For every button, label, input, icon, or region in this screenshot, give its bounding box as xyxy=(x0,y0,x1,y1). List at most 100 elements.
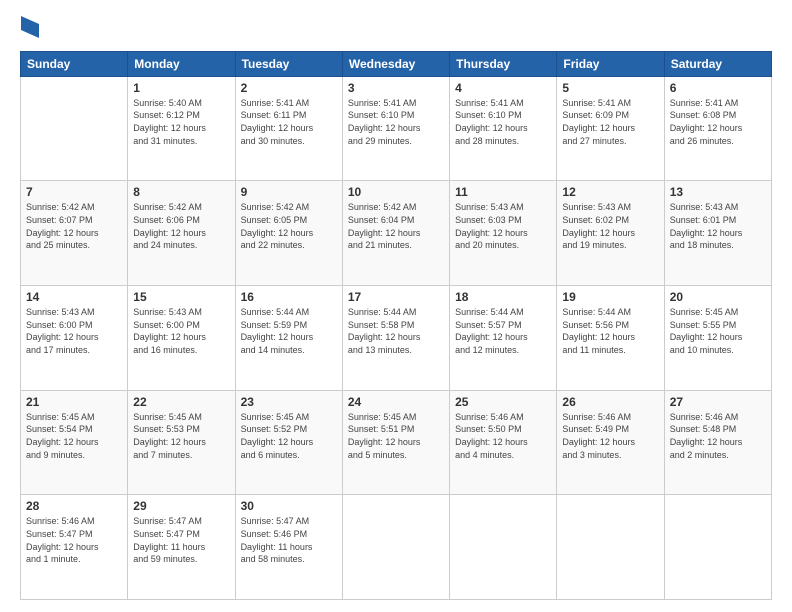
day-info: Sunrise: 5:41 AM Sunset: 6:10 PM Dayligh… xyxy=(455,97,551,147)
logo-icon xyxy=(21,16,39,38)
day-info: Sunrise: 5:44 AM Sunset: 5:59 PM Dayligh… xyxy=(241,306,337,356)
day-number: 4 xyxy=(455,81,551,95)
day-info: Sunrise: 5:43 AM Sunset: 6:02 PM Dayligh… xyxy=(562,201,658,251)
day-info: Sunrise: 5:46 AM Sunset: 5:50 PM Dayligh… xyxy=(455,411,551,461)
calendar-day-cell: 11 Sunrise: 5:43 AM Sunset: 6:03 PM Dayli… xyxy=(450,181,557,286)
day-number: 10 xyxy=(348,185,444,199)
calendar-day-cell: 26 Sunrise: 5:46 AM Sunset: 5:49 PM Dayli… xyxy=(557,390,664,495)
weekday-header: Wednesday xyxy=(342,51,449,76)
calendar-day-cell: 7 Sunrise: 5:42 AM Sunset: 6:07 PM Daylig… xyxy=(21,181,128,286)
day-info: Sunrise: 5:41 AM Sunset: 6:09 PM Dayligh… xyxy=(562,97,658,147)
day-info: Sunrise: 5:42 AM Sunset: 6:07 PM Dayligh… xyxy=(26,201,122,251)
day-info: Sunrise: 5:45 AM Sunset: 5:55 PM Dayligh… xyxy=(670,306,766,356)
day-info: Sunrise: 5:45 AM Sunset: 5:53 PM Dayligh… xyxy=(133,411,229,461)
day-number: 14 xyxy=(26,290,122,304)
calendar-day-cell: 19 Sunrise: 5:44 AM Sunset: 5:56 PM Dayli… xyxy=(557,286,664,391)
calendar-week-row: 7 Sunrise: 5:42 AM Sunset: 6:07 PM Daylig… xyxy=(21,181,772,286)
calendar-day-cell: 6 Sunrise: 5:41 AM Sunset: 6:08 PM Daylig… xyxy=(664,76,771,181)
day-number: 9 xyxy=(241,185,337,199)
weekday-header: Tuesday xyxy=(235,51,342,76)
calendar-day-cell: 9 Sunrise: 5:42 AM Sunset: 6:05 PM Daylig… xyxy=(235,181,342,286)
day-info: Sunrise: 5:46 AM Sunset: 5:49 PM Dayligh… xyxy=(562,411,658,461)
day-number: 15 xyxy=(133,290,229,304)
weekday-header: Friday xyxy=(557,51,664,76)
calendar-day-cell: 5 Sunrise: 5:41 AM Sunset: 6:09 PM Daylig… xyxy=(557,76,664,181)
day-number: 1 xyxy=(133,81,229,95)
day-number: 27 xyxy=(670,395,766,409)
day-number: 6 xyxy=(670,81,766,95)
calendar-day-cell: 20 Sunrise: 5:45 AM Sunset: 5:55 PM Dayli… xyxy=(664,286,771,391)
weekday-header: Saturday xyxy=(664,51,771,76)
calendar-week-row: 21 Sunrise: 5:45 AM Sunset: 5:54 PM Dayli… xyxy=(21,390,772,495)
day-number: 20 xyxy=(670,290,766,304)
calendar-day-cell: 15Sunrise: 5:43 AM Sunset: 6:00 PM Dayli… xyxy=(128,286,235,391)
calendar-day-cell xyxy=(342,495,449,600)
calendar-day-cell xyxy=(664,495,771,600)
day-number: 26 xyxy=(562,395,658,409)
day-number: 7 xyxy=(26,185,122,199)
calendar-day-cell: 27 Sunrise: 5:46 AM Sunset: 5:48 PM Dayli… xyxy=(664,390,771,495)
header xyxy=(20,16,772,43)
day-number: 24 xyxy=(348,395,444,409)
weekday-header: Thursday xyxy=(450,51,557,76)
day-number: 19 xyxy=(562,290,658,304)
day-info: Sunrise: 5:45 AM Sunset: 5:51 PM Dayligh… xyxy=(348,411,444,461)
calendar-table: SundayMondayTuesdayWednesdayThursdayFrid… xyxy=(20,51,772,600)
day-number: 29 xyxy=(133,499,229,513)
calendar-day-cell: 10Sunrise: 5:42 AM Sunset: 6:04 PM Dayli… xyxy=(342,181,449,286)
logo xyxy=(20,16,39,43)
weekday-header: Monday xyxy=(128,51,235,76)
day-number: 2 xyxy=(241,81,337,95)
day-info: Sunrise: 5:43 AM Sunset: 6:03 PM Dayligh… xyxy=(455,201,551,251)
day-info: Sunrise: 5:41 AM Sunset: 6:10 PM Dayligh… xyxy=(348,97,444,147)
calendar-day-cell xyxy=(21,76,128,181)
calendar-day-cell: 3 Sunrise: 5:41 AM Sunset: 6:10 PM Daylig… xyxy=(342,76,449,181)
day-info: Sunrise: 5:41 AM Sunset: 6:08 PM Dayligh… xyxy=(670,97,766,147)
day-number: 3 xyxy=(348,81,444,95)
day-info: Sunrise: 5:46 AM Sunset: 5:48 PM Dayligh… xyxy=(670,411,766,461)
calendar-week-row: 14 Sunrise: 5:43 AM Sunset: 6:00 PM Dayli… xyxy=(21,286,772,391)
day-info: Sunrise: 5:45 AM Sunset: 5:54 PM Dayligh… xyxy=(26,411,122,461)
calendar-day-cell: 22Sunrise: 5:45 AM Sunset: 5:53 PM Dayli… xyxy=(128,390,235,495)
calendar-week-row: 28 Sunrise: 5:46 AM Sunset: 5:47 PM Dayli… xyxy=(21,495,772,600)
day-info: Sunrise: 5:43 AM Sunset: 6:01 PM Dayligh… xyxy=(670,201,766,251)
day-number: 18 xyxy=(455,290,551,304)
calendar-day-cell: 13 Sunrise: 5:43 AM Sunset: 6:01 PM Dayli… xyxy=(664,181,771,286)
day-info: Sunrise: 5:47 AM Sunset: 5:46 PM Dayligh… xyxy=(241,515,337,565)
day-number: 17 xyxy=(348,290,444,304)
calendar-day-cell: 17 Sunrise: 5:44 AM Sunset: 5:58 PM Dayli… xyxy=(342,286,449,391)
calendar-day-cell: 24 Sunrise: 5:45 AM Sunset: 5:51 PM Dayli… xyxy=(342,390,449,495)
day-number: 13 xyxy=(670,185,766,199)
calendar-day-cell: 16 Sunrise: 5:44 AM Sunset: 5:59 PM Dayli… xyxy=(235,286,342,391)
day-number: 12 xyxy=(562,185,658,199)
day-info: Sunrise: 5:44 AM Sunset: 5:56 PM Dayligh… xyxy=(562,306,658,356)
day-number: 21 xyxy=(26,395,122,409)
day-info: Sunrise: 5:42 AM Sunset: 6:05 PM Dayligh… xyxy=(241,201,337,251)
day-info: Sunrise: 5:43 AM Sunset: 6:00 PM Dayligh… xyxy=(26,306,122,356)
page: SundayMondayTuesdayWednesdayThursdayFrid… xyxy=(0,0,792,612)
calendar-week-row: 1Sunrise: 5:40 AM Sunset: 6:12 PM Daylig… xyxy=(21,76,772,181)
day-number: 16 xyxy=(241,290,337,304)
calendar-day-cell: 8 Sunrise: 5:42 AM Sunset: 6:06 PM Daylig… xyxy=(128,181,235,286)
day-info: Sunrise: 5:46 AM Sunset: 5:47 PM Dayligh… xyxy=(26,515,122,565)
calendar-day-cell xyxy=(557,495,664,600)
day-info: Sunrise: 5:42 AM Sunset: 6:06 PM Dayligh… xyxy=(133,201,229,251)
calendar-day-cell: 21 Sunrise: 5:45 AM Sunset: 5:54 PM Dayli… xyxy=(21,390,128,495)
calendar-day-cell: 23 Sunrise: 5:45 AM Sunset: 5:52 PM Dayli… xyxy=(235,390,342,495)
day-number: 11 xyxy=(455,185,551,199)
day-info: Sunrise: 5:44 AM Sunset: 5:58 PM Dayligh… xyxy=(348,306,444,356)
day-number: 28 xyxy=(26,499,122,513)
day-info: Sunrise: 5:45 AM Sunset: 5:52 PM Dayligh… xyxy=(241,411,337,461)
day-number: 25 xyxy=(455,395,551,409)
day-number: 8 xyxy=(133,185,229,199)
day-number: 30 xyxy=(241,499,337,513)
day-info: Sunrise: 5:47 AM Sunset: 5:47 PM Dayligh… xyxy=(133,515,229,565)
day-number: 23 xyxy=(241,395,337,409)
calendar-header-row: SundayMondayTuesdayWednesdayThursdayFrid… xyxy=(21,51,772,76)
calendar-day-cell: 18 Sunrise: 5:44 AM Sunset: 5:57 PM Dayli… xyxy=(450,286,557,391)
calendar-day-cell: 1Sunrise: 5:40 AM Sunset: 6:12 PM Daylig… xyxy=(128,76,235,181)
day-number: 5 xyxy=(562,81,658,95)
calendar-day-cell: 25 Sunrise: 5:46 AM Sunset: 5:50 PM Dayli… xyxy=(450,390,557,495)
calendar-day-cell: 30 Sunrise: 5:47 AM Sunset: 5:46 PM Dayli… xyxy=(235,495,342,600)
day-info: Sunrise: 5:44 AM Sunset: 5:57 PM Dayligh… xyxy=(455,306,551,356)
